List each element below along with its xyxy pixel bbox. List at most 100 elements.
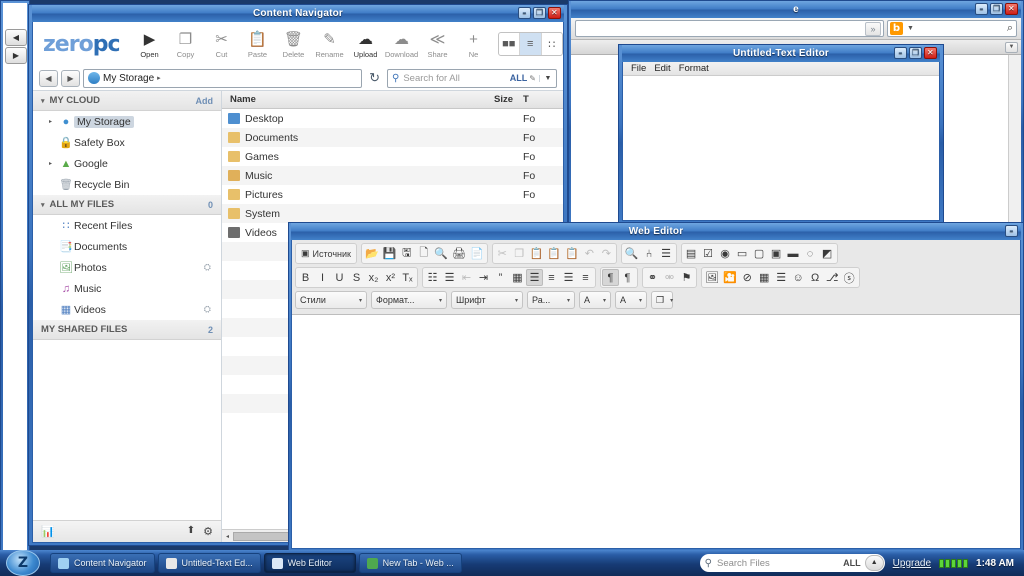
print-button[interactable]: 🖨 [450,245,468,262]
close-button[interactable]: ✕ [924,47,937,59]
sidebar-item-my-storage[interactable]: ▸ ● My Storage [33,111,221,132]
image-button[interactable]: 🖼 [703,269,721,286]
taskbar-item[interactable]: Web Editor [263,553,356,573]
vertical-scrollbar[interactable] [1008,55,1021,231]
table-button[interactable]: ▦ [756,269,773,286]
anchor-button[interactable]: ⚑ [678,269,695,286]
unlink-button[interactable]: ⚮ [661,269,678,286]
taskbar-search-input[interactable]: Search Files [717,558,843,569]
checkbox-button[interactable]: ☑ [700,245,717,262]
undo-button[interactable]: ↶ [581,245,598,262]
web-editor-window[interactable]: Web Editor – ▣ Источник 📂 💾 🖫 🗋 🔍 🖨 📄 ✂ ❐ 📋 📋 📋 ↶ ↷ 🔍 ⑃ ☰ ▤… [288,222,1024,552]
globe-button[interactable]: ⓢ [841,269,858,286]
table-row[interactable]: Documents Fo [222,128,563,147]
menu-file[interactable]: File [631,63,646,74]
subscript-button[interactable]: x₂ [365,269,382,286]
sidebar-item-recycle-bin[interactable]: 🗑 Recycle Bin [33,174,221,195]
search-box[interactable]: ⚲ Search for All ALL ✎ ▼ [387,68,557,88]
sidebar-item-videos[interactable]: ▦ Videos ⛭ [33,299,221,320]
background-browser-left[interactable]: ◀ ▶ [0,0,30,560]
preview-button[interactable]: 🔍 [432,245,450,262]
redo-button[interactable]: ↷ [598,245,615,262]
form-button[interactable]: ▤ [683,245,700,262]
format-combo[interactable]: Формат... ▾ [371,291,447,309]
toolbar-copy-button[interactable]: ❐ Copy [168,29,204,59]
taskbar-item[interactable]: Untitled-Text Ed... [157,553,261,573]
textarea-button[interactable]: ▢ [751,245,768,262]
toolbar-download-button[interactable]: ☁ Download [384,29,420,59]
column-header-size[interactable]: Size [443,94,513,105]
align-right-button[interactable]: ☰ [560,269,577,286]
titlebar[interactable]: Content Navigator – ❐ ✕ [32,5,564,22]
taskbar-search[interactable]: ⚲ Search Files ALL ▲ [699,554,885,572]
toolbar-ne-button[interactable]: + Ne [456,29,492,60]
font-combo[interactable]: Шрифт ▾ [451,291,523,309]
text-color-button[interactable]: A ▾ [579,291,611,309]
column-header-type[interactable]: T [513,94,563,105]
bold-button[interactable]: B [297,269,314,286]
save-button[interactable]: 💾 [381,245,399,262]
taskbar-item[interactable]: Content Navigator [50,553,155,573]
gear-icon[interactable]: ⚙ [203,525,213,538]
table-row[interactable]: Pictures Fo [222,185,563,204]
sidebar-item-music[interactable]: ♫ Music [33,278,221,299]
search-icon[interactable]: ⌕ [1007,22,1013,35]
sidebar-item-google[interactable]: ▸ ▲ Google [33,153,221,174]
twisty-icon[interactable]: ▸ [49,118,58,125]
smiley-button[interactable]: ☺ [790,269,807,286]
restore-button[interactable]: ❐ [990,3,1003,15]
forward-button-left[interactable]: ▶ [5,47,27,64]
page-break-button[interactable]: ⎇ [824,269,841,286]
back-button-left[interactable]: ◀ [5,29,27,46]
editor-canvas[interactable] [292,337,1020,548]
taskbar-search-scope[interactable]: ALL [843,558,865,568]
browser-search-input[interactable]: b ▼ ⌕ [887,20,1017,37]
radio-button[interactable]: ◉ [717,245,734,262]
thumbnail-view[interactable]: ■■ [499,33,520,55]
close-button[interactable]: ✕ [1005,3,1018,15]
textfield-button[interactable]: ▭ [734,245,751,262]
text-area[interactable] [623,76,939,219]
minimize-button[interactable]: – [894,47,907,59]
toolbar-upload-button[interactable]: ☁ Upload [348,29,384,59]
detail-view[interactable]: ∷ [542,33,563,55]
bg-color-button[interactable]: A ▾ [615,291,647,309]
forward-button[interactable]: ▶ [61,69,80,87]
group-right[interactable]: Add [196,96,214,106]
group-right[interactable]: 0 [208,200,213,210]
upgrade-link[interactable]: Upgrade [893,558,931,569]
twisty-icon[interactable]: ▸ [49,160,58,167]
table-row[interactable]: Games Fo [222,147,563,166]
cut-button[interactable]: ✂ [494,245,511,262]
size-combo[interactable]: Ра... ▾ [527,291,575,309]
source-button[interactable]: ▣ Источник [297,245,355,262]
find-button[interactable]: 🔍 [623,245,641,262]
align-center-button[interactable]: ≡ [543,269,560,286]
numbered-list-button[interactable]: ☷ [424,269,441,286]
flash-button[interactable]: 🎦 [721,269,739,286]
select-all-button[interactable]: ☰ [658,245,675,262]
outdent-button[interactable]: ⇤ [458,269,475,286]
align-left-button[interactable]: ☰ [526,269,543,286]
clock[interactable]: 1:48 AM [976,558,1014,569]
text-editor-window[interactable]: Untitled-Text Editor – ❐ ✕ File Edit Forma… [618,44,944,224]
titlebar[interactable]: Web Editor – [291,223,1021,240]
refresh-icon[interactable]: ↻ [365,70,384,86]
titlebar[interactable]: e – ❐ ✕ [571,1,1021,18]
sidebar-item-documents[interactable]: 📑 Documents [33,236,221,257]
blockquote-button[interactable]: ” [492,269,509,286]
styles-combo[interactable]: Стили ▾ [295,291,367,309]
rtl-button[interactable]: ¶ [619,269,636,286]
align-justify-button[interactable]: ≡ [577,269,594,286]
sidebar-group-my-cloud[interactable]: ▾ MY CLOUD Add [33,91,221,111]
hidden-field-button[interactable]: ◩ [819,245,836,262]
div-button[interactable]: ▦ [509,269,526,286]
remove-format-button[interactable]: Tₓ [399,269,416,286]
titlebar[interactable]: Untitled-Text Editor – ❐ ✕ [622,45,940,62]
paste-word-button[interactable]: 📋 [563,245,581,262]
save-as-button[interactable]: 🖫 [398,245,415,262]
ltr-button[interactable]: ¶ [602,269,619,286]
sidebar-item-recent-files[interactable]: ∷ Recent Files [33,215,221,236]
close-button[interactable]: ✕ [548,7,561,19]
list-view[interactable]: ≡ [520,33,542,55]
